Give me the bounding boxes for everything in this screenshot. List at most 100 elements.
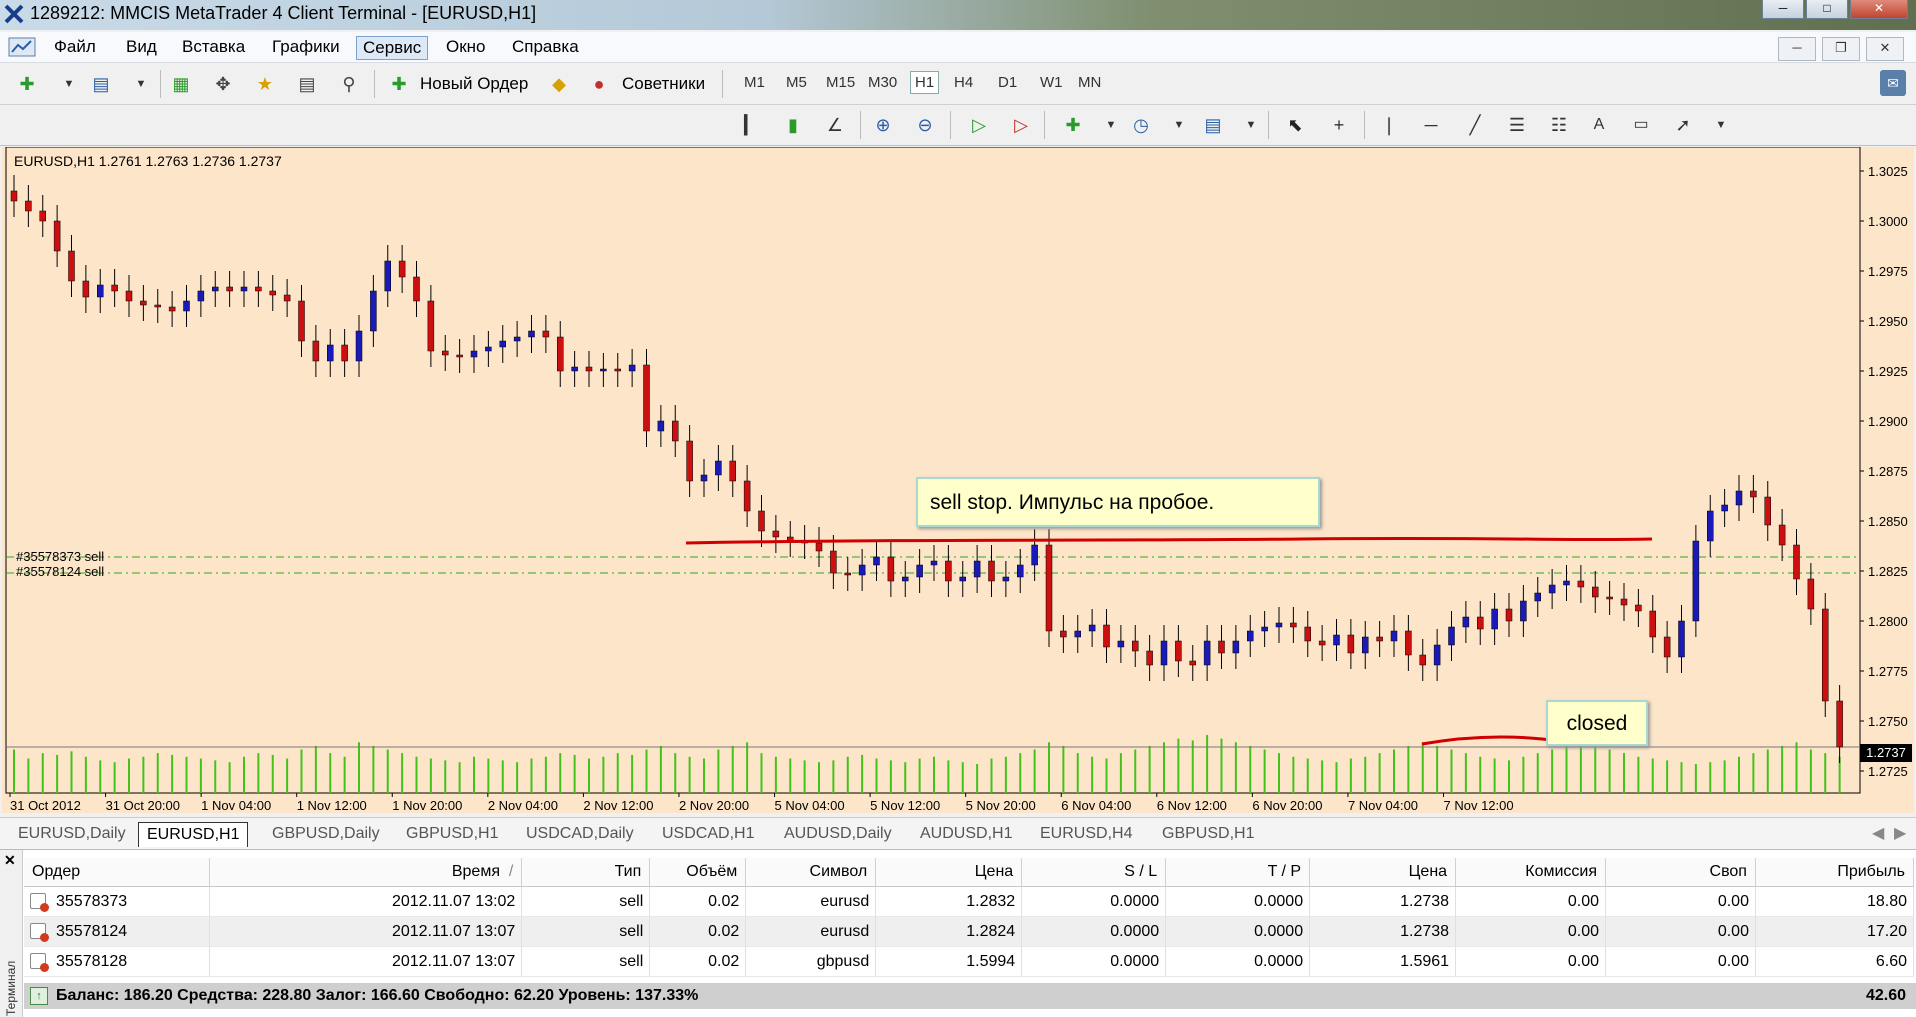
crosshair-icon[interactable]: + [1326,112,1352,138]
cursor-icon[interactable]: ⬉ [1282,112,1308,138]
timeframe-m30[interactable]: M30 [868,74,897,91]
tab-usdcad-h1[interactable]: USDCAD,H1 [662,822,754,846]
fibonacci-icon[interactable]: ☷ [1546,112,1572,138]
dropdown-arrow-icon[interactable]: ▼ [128,71,154,97]
col-open-price[interactable]: Цена [875,858,1023,887]
trendline-icon[interactable]: ╱ [1462,112,1488,138]
favorites-icon[interactable]: ★ [252,71,278,97]
tab-gbpusd-h1[interactable]: GBPUSD,H1 [406,822,498,846]
navigator-icon[interactable]: ✥ [210,71,236,97]
y-tick-label: 1.2950 [1868,314,1908,329]
dropdown-arrow-icon[interactable]: ▼ [1166,112,1192,138]
dropdown-arrow-icon[interactable]: ▼ [1238,112,1264,138]
tab-gbpusd-h1-2[interactable]: GBPUSD,H1 [1162,822,1254,846]
experts-button[interactable]: Советники [622,74,705,94]
timeframe-mn[interactable]: MN [1078,74,1101,91]
horizontal-line-icon[interactable]: ─ [1418,112,1444,138]
menu-insert[interactable]: Вставка [176,36,251,58]
table-row[interactable]: 35578373 2012.11.07 13:02 sell 0.02 eurusd 1.… [24,886,1915,917]
sell-order-icon [30,893,49,913]
timeframe-m15[interactable]: M15 [826,74,855,91]
table-row[interactable]: 35578124 2012.11.07 13:07 sell 0.02 eurusd 1.… [24,916,1915,947]
tab-eurusd-h1[interactable]: EURUSD,H1 [138,822,249,847]
strategy-tester-icon[interactable]: ⚲ [336,71,362,97]
table-row[interactable]: 35578128 2012.11.07 13:07 sell 0.02 gbpusd 1.… [24,946,1915,977]
menu-file[interactable]: Файл [48,36,102,58]
close-button[interactable]: ✕ [1850,0,1908,19]
col-current-price[interactable]: Цена [1309,858,1457,887]
arrows-icon[interactable]: ➚ [1670,112,1696,138]
menu-view[interactable]: Вид [120,36,163,58]
col-tp[interactable]: T / P [1165,858,1311,887]
menu-tools[interactable]: Сервис [356,36,429,60]
tabs-scroll-left-icon[interactable]: ◀ [1872,822,1884,846]
col-profit[interactable]: Прибыль [1755,858,1915,887]
col-order[interactable]: Ордер [24,858,211,887]
menu-help[interactable]: Справка [506,36,585,58]
auto-scroll-icon[interactable]: ▷ [966,112,992,138]
chart-window-icon[interactable] [8,36,36,58]
table-cell: eurusd [745,916,877,947]
toolbar-separator [1364,111,1365,139]
vertical-line-icon[interactable]: ❘ [1376,112,1402,138]
mdi-restore-button[interactable]: ❐ [1822,37,1860,61]
terminal-icon[interactable]: ▤ [294,71,320,97]
menu-window[interactable]: Окно [440,36,492,58]
col-type[interactable]: Тип [521,858,651,887]
templates-icon[interactable]: ▤ [1200,112,1226,138]
zoom-out-icon[interactable]: ⊖ [912,112,938,138]
text-label-icon[interactable]: ▭ [1628,112,1654,138]
maximize-button[interactable]: □ [1806,0,1848,19]
dropdown-arrow-icon[interactable]: ▼ [1708,112,1734,138]
market-watch-icon[interactable]: ▦ [168,71,194,97]
tab-usdcad-daily[interactable]: USDCAD,Daily [526,822,634,846]
indicators-icon[interactable]: ✚ [1060,112,1086,138]
candlestick-icon[interactable]: ▮ [780,112,806,138]
timeframe-h4[interactable]: H4 [954,74,973,91]
candle-body [1362,636,1369,654]
experts-icon[interactable]: ● [586,71,612,97]
terminal-close-icon[interactable]: ✕ [4,852,16,869]
new-chart-icon[interactable]: ✚ [14,71,40,97]
minimize-button[interactable]: ─ [1762,0,1804,19]
timeframe-d1[interactable]: D1 [998,74,1017,91]
menu-charts[interactable]: Графики [266,36,346,58]
dropdown-arrow-icon[interactable]: ▼ [1098,112,1124,138]
timeframe-m5[interactable]: M5 [786,74,807,91]
col-time[interactable]: Время / [209,858,523,887]
col-commission[interactable]: Комиссия [1455,858,1607,887]
bar-chart-icon[interactable]: ▎ [738,112,764,138]
mdi-close-button[interactable]: ✕ [1866,37,1904,61]
text-icon[interactable]: A [1586,112,1612,138]
tab-gbpusd-daily[interactable]: GBPUSD,Daily [272,822,380,846]
col-volume[interactable]: Объём [649,858,747,887]
balance-row: ↑ Баланс: 186.20 Средства: 228.80 Залог: … [24,983,1916,1009]
line-chart-icon[interactable]: ∠ [822,112,848,138]
timeframe-w1[interactable]: W1 [1040,74,1063,91]
price-chart[interactable]: 1.3025 1.3000 1.2975 1.2950 1.2925 1.2900 1.28… [2,147,1914,813]
tab-audusd-daily[interactable]: AUDUSD,Daily [784,822,892,846]
tab-audusd-h1[interactable]: AUDUSD,H1 [920,822,1012,846]
metaeditor-icon[interactable]: ◆ [546,71,572,97]
tab-eurusd-daily[interactable]: EURUSD,Daily [18,822,126,846]
zoom-in-icon[interactable]: ⊕ [870,112,896,138]
profiles-icon[interactable]: ▤ [88,71,114,97]
equidistant-channel-icon[interactable]: ☰ [1504,112,1530,138]
new-order-icon[interactable]: ✚ [386,71,412,97]
col-sl[interactable]: S / L [1021,858,1167,887]
new-order-button[interactable]: Новый Ордер [420,74,528,94]
mdi-minimize-button[interactable]: ─ [1778,37,1816,61]
annotation-closed[interactable]: closed [1546,700,1648,746]
col-symbol[interactable]: Символ [745,858,877,887]
chart-shift-icon[interactable]: ▷ [1008,112,1034,138]
timeframe-h1[interactable]: H1 [910,71,940,94]
timeframe-m1[interactable]: M1 [744,74,765,91]
dropdown-arrow-icon[interactable]: ▼ [56,71,82,97]
tab-eurusd-h4[interactable]: EURUSD,H4 [1040,822,1132,846]
annotation-sell-stop[interactable]: sell stop. Импульс на пробое. [916,477,1320,527]
table-cell: 0.00 [1455,946,1607,977]
periods-clock-icon[interactable]: ◷ [1128,112,1154,138]
tabs-scroll-right-icon[interactable]: ▶ [1894,822,1906,846]
col-swap[interactable]: Своп [1605,858,1756,887]
mailbox-icon[interactable]: ✉ [1880,70,1906,96]
